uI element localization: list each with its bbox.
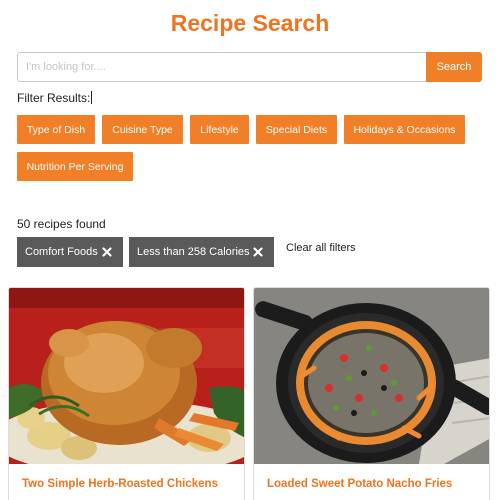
search-bar: Search [17,52,482,82]
filter-label: Filter Results: [17,91,93,105]
search-button[interactable]: Search [426,52,482,82]
page-title: Recipe Search [170,10,330,36]
recipe-title[interactable]: Two Simple Herb-Roasted Chickens [22,478,218,490]
close-icon[interactable] [102,246,112,258]
filter-holidays-occasions-button[interactable]: Holidays & Occasions [344,115,465,144]
chip-label: Less than 258 Calories [137,246,250,258]
filter-nutrition-button[interactable]: Nutrition Per Serving [17,152,133,181]
filter-lifestyle-button[interactable]: Lifestyle [190,115,249,144]
filter-type-of-dish-button[interactable]: Type of Dish [17,115,95,144]
recipe-card[interactable]: Loaded Sweet Potato Nacho Fries [253,287,490,500]
recipe-image[interactable] [9,288,244,464]
close-icon[interactable] [253,246,263,258]
chip-label: Comfort Foods [25,246,98,258]
clear-all-filters-link[interactable]: Clear all filters [286,242,356,254]
recipe-image[interactable] [254,288,489,464]
recipe-title[interactable]: Loaded Sweet Potato Nacho Fries [267,478,452,490]
active-filter-chip[interactable]: Less than 258 Calories [129,237,274,267]
filter-cuisine-type-button[interactable]: Cuisine Type [102,115,183,144]
filter-special-diets-button[interactable]: Special Diets [256,115,337,144]
active-filter-chip[interactable]: Comfort Foods [17,237,123,267]
recipe-card[interactable]: Two Simple Herb-Roasted Chickens [8,287,245,500]
results-count: 50 recipes found [17,217,106,231]
search-input[interactable] [17,52,426,82]
